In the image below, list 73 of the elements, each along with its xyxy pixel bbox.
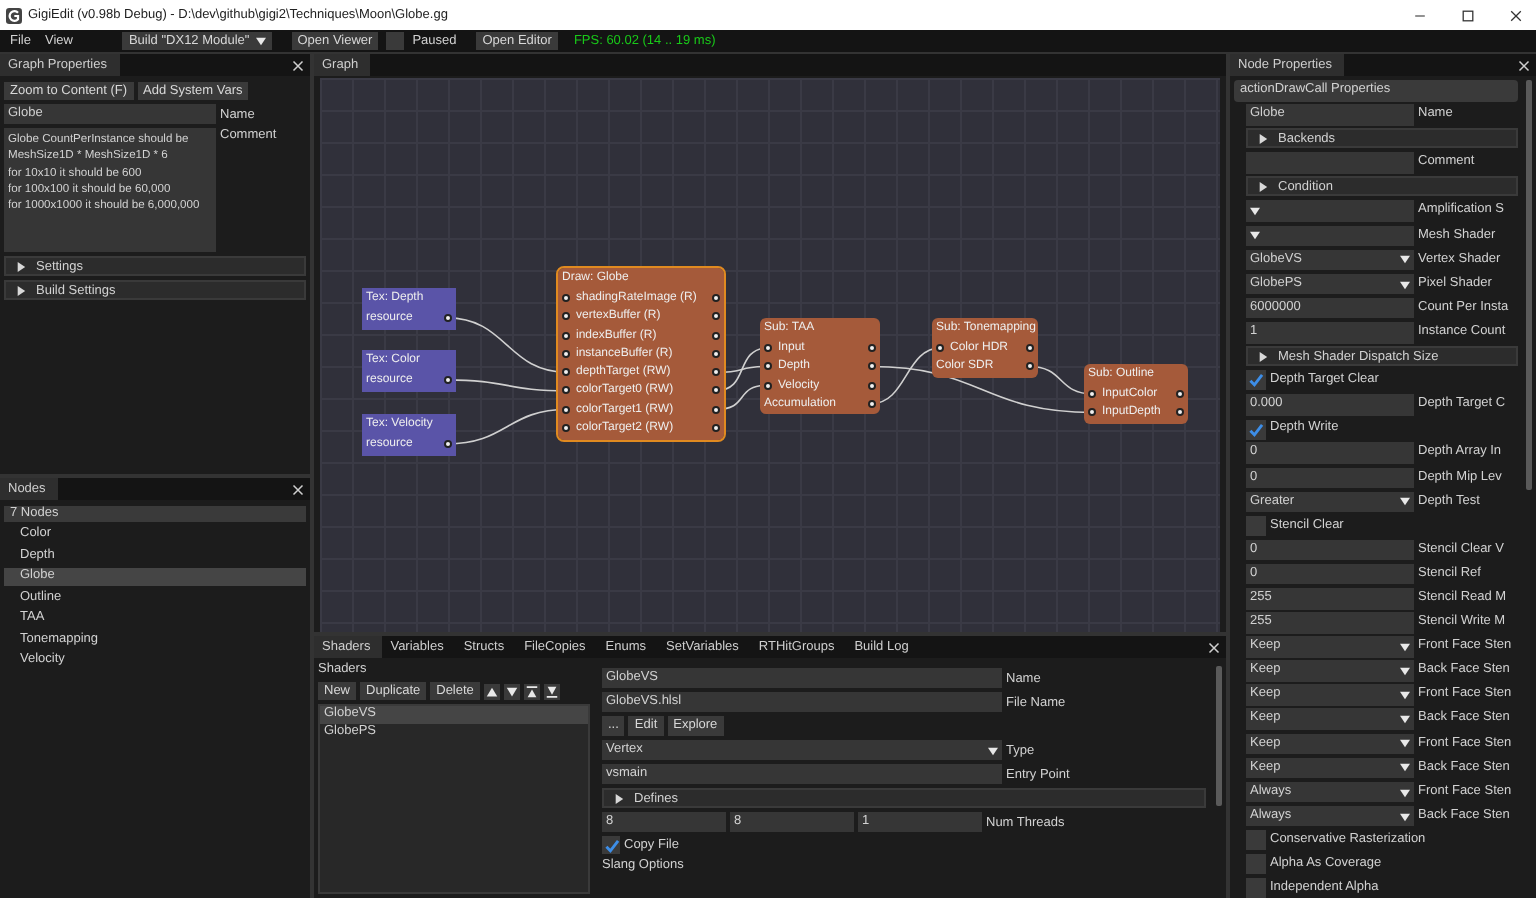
- input-port-icon[interactable]: [562, 424, 570, 433]
- output-port-icon[interactable]: [712, 386, 720, 395]
- dropdown-arrow-icon: [1400, 279, 1410, 290]
- output-port-icon[interactable]: [712, 312, 720, 321]
- input-port-icon[interactable]: [764, 343, 772, 352]
- input-port-icon[interactable]: [1088, 389, 1096, 398]
- checkbox[interactable]: [1246, 830, 1266, 851]
- output-port-icon[interactable]: [868, 381, 876, 390]
- input-port-icon[interactable]: [1088, 408, 1096, 417]
- checkbox[interactable]: [386, 32, 405, 50]
- output-port-icon[interactable]: [868, 399, 876, 408]
- checkbox[interactable]: [1246, 854, 1266, 875]
- dropdown-arrow-icon: [1400, 641, 1410, 652]
- output-port-icon[interactable]: [712, 331, 720, 340]
- output-port-icon[interactable]: [444, 439, 452, 448]
- scrollbar[interactable]: [1526, 80, 1532, 490]
- input-port-icon[interactable]: [562, 293, 570, 302]
- dropdown-arrow-icon: [1250, 206, 1260, 217]
- dropdown-arrow-icon: [1400, 690, 1410, 701]
- dropdown-arrow-icon: [1400, 714, 1410, 725]
- checkbox[interactable]: [602, 836, 620, 854]
- output-port-icon[interactable]: [1026, 343, 1034, 352]
- close-icon[interactable]: [1508, 7, 1524, 23]
- output-port-icon[interactable]: [868, 362, 876, 371]
- output-port-icon[interactable]: [868, 343, 876, 352]
- input-port-icon[interactable]: [562, 349, 570, 358]
- output-port-icon[interactable]: [712, 424, 720, 433]
- dropdown-arrow-icon: [1400, 496, 1410, 507]
- dropdown-arrow-icon: [1400, 254, 1410, 265]
- expand-arrow-icon: [16, 285, 26, 295]
- input-port-icon[interactable]: [764, 381, 772, 390]
- output-port-icon[interactable]: [444, 375, 452, 384]
- dropdown-arrow-icon: [1400, 787, 1410, 798]
- expand-arrow-icon: [16, 261, 26, 271]
- graph-canvas[interactable]: [320, 78, 1220, 632]
- expand-arrow-icon: [1258, 351, 1268, 362]
- dropdown-arrow-icon: [1400, 738, 1410, 749]
- input-port-icon[interactable]: [562, 312, 570, 321]
- checkbox[interactable]: [1246, 878, 1266, 898]
- expand-arrow-icon: [1258, 181, 1268, 192]
- dropdown-arrow-icon: [1400, 811, 1410, 822]
- text-field[interactable]: [1246, 152, 1414, 174]
- dropdown-arrow-icon: [1250, 230, 1260, 241]
- input-port-icon[interactable]: [764, 362, 772, 371]
- dropdown-arrow-icon: [1400, 762, 1410, 773]
- expand-arrow-icon: [614, 793, 624, 803]
- input-port-icon[interactable]: [936, 343, 944, 352]
- dropdown-arrow-icon: [255, 36, 266, 46]
- input-port-icon[interactable]: [562, 331, 570, 340]
- checkbox[interactable]: [1246, 419, 1266, 440]
- output-port-icon[interactable]: [1026, 362, 1034, 371]
- scrollbar[interactable]: [1216, 666, 1222, 806]
- move-up-icon[interactable]: [483, 683, 500, 699]
- output-port-icon[interactable]: [1176, 389, 1184, 398]
- dropdown-arrow-icon: [1400, 666, 1410, 677]
- output-port-icon[interactable]: [444, 313, 452, 322]
- maximize-icon[interactable]: [1460, 7, 1476, 23]
- app-logo-icon: [6, 7, 22, 23]
- move-down-icon[interactable]: [503, 683, 520, 699]
- input-port-icon[interactable]: [562, 386, 570, 395]
- move-to-top-icon[interactable]: [523, 683, 540, 699]
- output-port-icon[interactable]: [712, 405, 720, 414]
- dropdown-arrow-icon: [988, 745, 998, 755]
- output-port-icon[interactable]: [1176, 408, 1184, 417]
- move-to-bottom-icon[interactable]: [543, 683, 560, 699]
- output-port-icon[interactable]: [712, 349, 720, 358]
- output-port-icon[interactable]: [712, 368, 720, 377]
- checkbox[interactable]: [1246, 370, 1266, 391]
- input-port-icon[interactable]: [562, 368, 570, 377]
- output-port-icon[interactable]: [712, 293, 720, 302]
- expand-arrow-icon: [1258, 133, 1268, 144]
- checkbox[interactable]: [1246, 515, 1266, 536]
- input-port-icon[interactable]: [562, 405, 570, 414]
